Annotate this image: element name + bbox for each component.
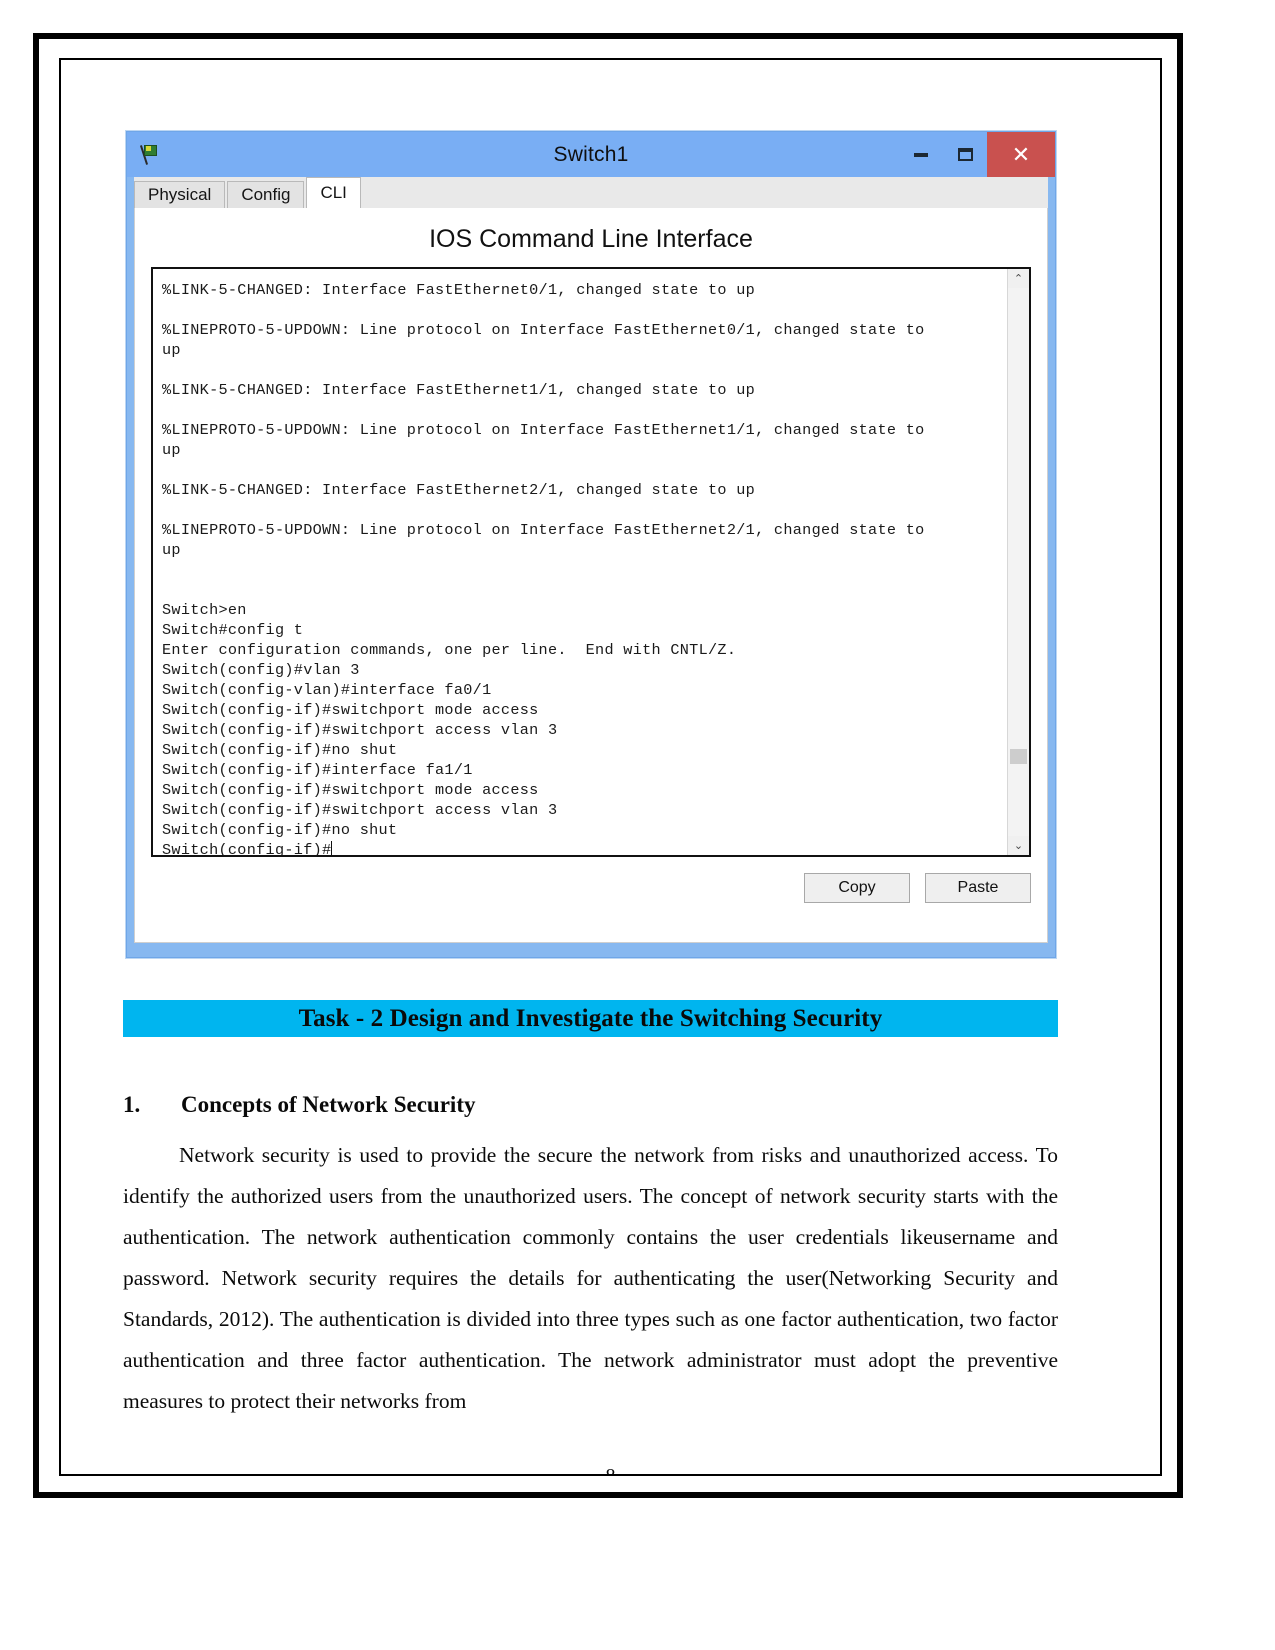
section-title: Concepts of Network Security [181,1092,476,1117]
cli-line: up [162,441,181,459]
cli-line: Switch(config-if)#switchport access vlan… [162,801,558,819]
cli-line: Switch(config-if)#switchport mode access [162,701,539,719]
page-number: 8 [61,1465,1160,1474]
cli-blank-line [162,300,1007,320]
cli-line: %LINK-5-CHANGED: Interface FastEthernet1… [162,381,756,399]
cli-blank-line [162,560,1007,580]
cli-line: up [162,341,181,359]
cli-blank-line [162,360,1007,380]
cli-line: %LINEPROTO-5-UPDOWN: Line protocol on In… [162,321,925,339]
cli-heading: IOS Command Line Interface [429,225,753,253]
cli-line: %LINK-5-CHANGED: Interface FastEthernet2… [162,481,756,499]
cli-console-output[interactable]: %LINK-5-CHANGED: Interface FastEthernet0… [153,269,1007,855]
cli-line: Switch#config t [162,621,304,639]
document-page-inner-border: Switch1 ✕ Physical Config CLI IOS Comman… [59,58,1162,1476]
document-page-content: Switch1 ✕ Physical Config CLI IOS Comman… [61,60,1160,1474]
tab-physical[interactable]: Physical [134,181,226,208]
cli-line: Switch(config-if)# [162,841,333,855]
cli-scrollbar[interactable]: ⌃ ⌄ [1007,269,1029,855]
cli-panel: IOS Command Line Interface %LINK-5-CHANG… [134,208,1048,943]
window-title: Switch1 [553,142,629,166]
cli-line: %LINEPROTO-5-UPDOWN: Line protocol on In… [162,521,925,539]
cli-line: Switch(config-if)#no shut [162,821,398,839]
copy-button[interactable]: Copy [804,873,910,903]
section-heading: 1. Concepts of Network Security [123,1092,1058,1118]
cli-line: Switch(config-if)#switchport access vlan… [162,721,558,739]
cli-action-buttons: Copy Paste [135,873,1031,903]
document-page-outer-border: Switch1 ✕ Physical Config CLI IOS Comman… [33,33,1183,1498]
cli-line: Switch(config-vlan)#interface fa0/1 [162,681,492,699]
task-banner-heading: Task - 2 Design and Investigate the Swit… [123,1000,1058,1037]
cli-line: %LINK-5-CHANGED: Interface FastEthernet0… [162,281,756,299]
device-tab-strip: Physical Config CLI [134,177,1048,209]
cli-blank-line [162,460,1007,480]
cli-line: Switch>en [162,601,247,619]
cli-line: Switch(config-if)#interface fa1/1 [162,761,473,779]
packet-tracer-switch-window: Switch1 ✕ Physical Config CLI IOS Comman… [126,131,1056,958]
cli-line: Switch(config)#vlan 3 [162,661,360,679]
scroll-down-arrow-icon[interactable]: ⌄ [1008,836,1029,855]
cli-blank-line [162,400,1007,420]
document-body: Task - 2 Design and Investigate the Swit… [123,1000,1058,1422]
tab-config[interactable]: Config [227,181,305,208]
cli-line: Enter configuration commands, one per li… [162,641,737,659]
cli-line: up [162,541,181,559]
cli-line: Switch(config-if)#switchport mode access [162,781,539,799]
window-titlebar: Switch1 ✕ [127,132,1055,177]
cli-blank-line [162,580,1007,600]
cli-line: Switch(config-if)#no shut [162,741,398,759]
cli-line: %LINEPROTO-5-UPDOWN: Line protocol on In… [162,421,925,439]
scrollbar-thumb[interactable] [1010,749,1027,764]
scroll-up-arrow-icon[interactable]: ⌃ [1008,269,1029,288]
cli-console-frame: %LINK-5-CHANGED: Interface FastEthernet0… [151,267,1031,857]
text-cursor [331,841,333,855]
section-number: 1. [123,1092,141,1117]
paste-button[interactable]: Paste [925,873,1031,903]
tab-cli[interactable]: CLI [306,177,361,208]
cli-blank-line [162,500,1007,520]
body-paragraph: Network security is used to provide the … [123,1143,1058,1413]
